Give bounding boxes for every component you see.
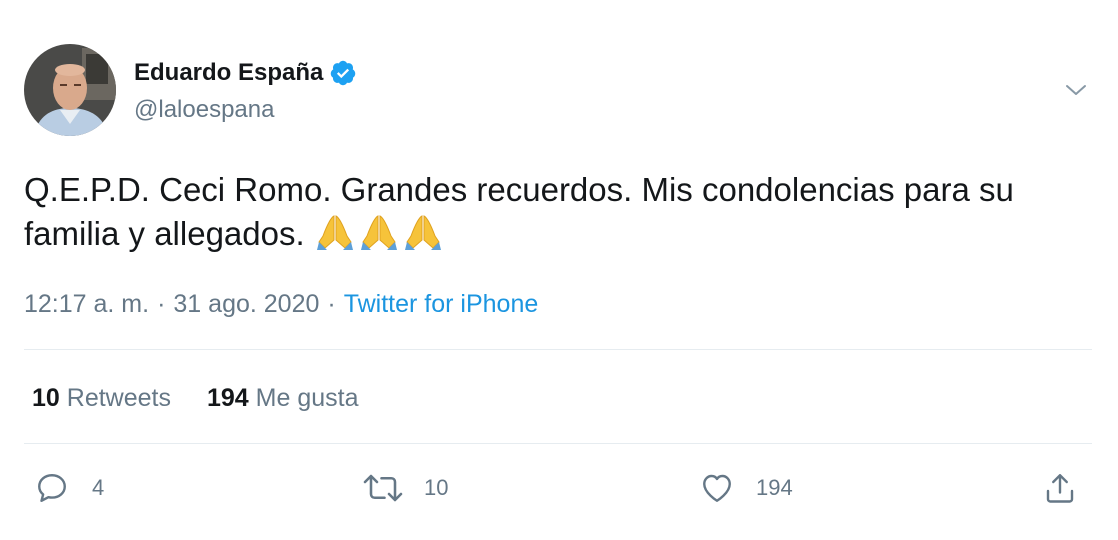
likes-label: Me gusta xyxy=(255,384,359,412)
reply-button[interactable]: 4 xyxy=(34,470,104,506)
retweets-stat[interactable]: 10 Retweets xyxy=(32,382,171,414)
share-button[interactable] xyxy=(1042,470,1078,506)
author-display-name[interactable]: Eduardo España xyxy=(134,58,323,88)
avatar[interactable] xyxy=(24,44,116,136)
tweet-meta: 12:17 a. m. · 31 ago. 2020 · Twitter for iPh… xyxy=(24,288,538,320)
tweet-text: Q.E.P.D. Ceci Romo. Grandes recuerdos. M… xyxy=(24,168,1084,256)
likes-stat[interactable]: 194 Me gusta xyxy=(207,382,359,414)
retweet-icon xyxy=(363,474,403,502)
author-handle[interactable]: @laloespana xyxy=(134,96,274,124)
tweet-date[interactable]: 31 ago. 2020 xyxy=(173,290,319,318)
verified-badge-icon xyxy=(329,59,357,87)
divider xyxy=(24,443,1092,444)
reply-count: 4 xyxy=(92,475,105,500)
retweets-count: 10 xyxy=(32,384,60,412)
tweet-text-content: Q.E.P.D. Ceci Romo. Grandes recuerdos. M… xyxy=(24,171,1014,252)
emoji-group xyxy=(315,212,443,252)
folded-hands-icon xyxy=(316,215,353,251)
retweet-count: 10 xyxy=(424,475,449,500)
retweets-label: Retweets xyxy=(66,384,171,412)
heart-icon xyxy=(703,474,731,502)
tweet-source-link[interactable]: Twitter for iPhone xyxy=(344,290,539,318)
like-count: 194 xyxy=(756,475,793,500)
tweet-stats: 10 Retweets 194 Me gusta xyxy=(32,382,359,414)
folded-hands-icon xyxy=(404,215,441,251)
like-button[interactable]: 194 xyxy=(698,470,793,506)
author-name[interactable]: Eduardo España xyxy=(134,58,357,88)
folded-hands-icon xyxy=(360,215,397,251)
chevron-down-icon[interactable] xyxy=(1064,78,1088,102)
tweet-time[interactable]: 12:17 a. m. xyxy=(24,290,149,318)
likes-count: 194 xyxy=(206,384,249,412)
reply-icon xyxy=(38,474,66,502)
share-icon xyxy=(1046,474,1074,503)
divider xyxy=(24,349,1092,350)
retweet-button[interactable]: 10 xyxy=(362,470,448,506)
meta-separator: · xyxy=(157,290,166,318)
meta-separator: · xyxy=(327,290,336,318)
